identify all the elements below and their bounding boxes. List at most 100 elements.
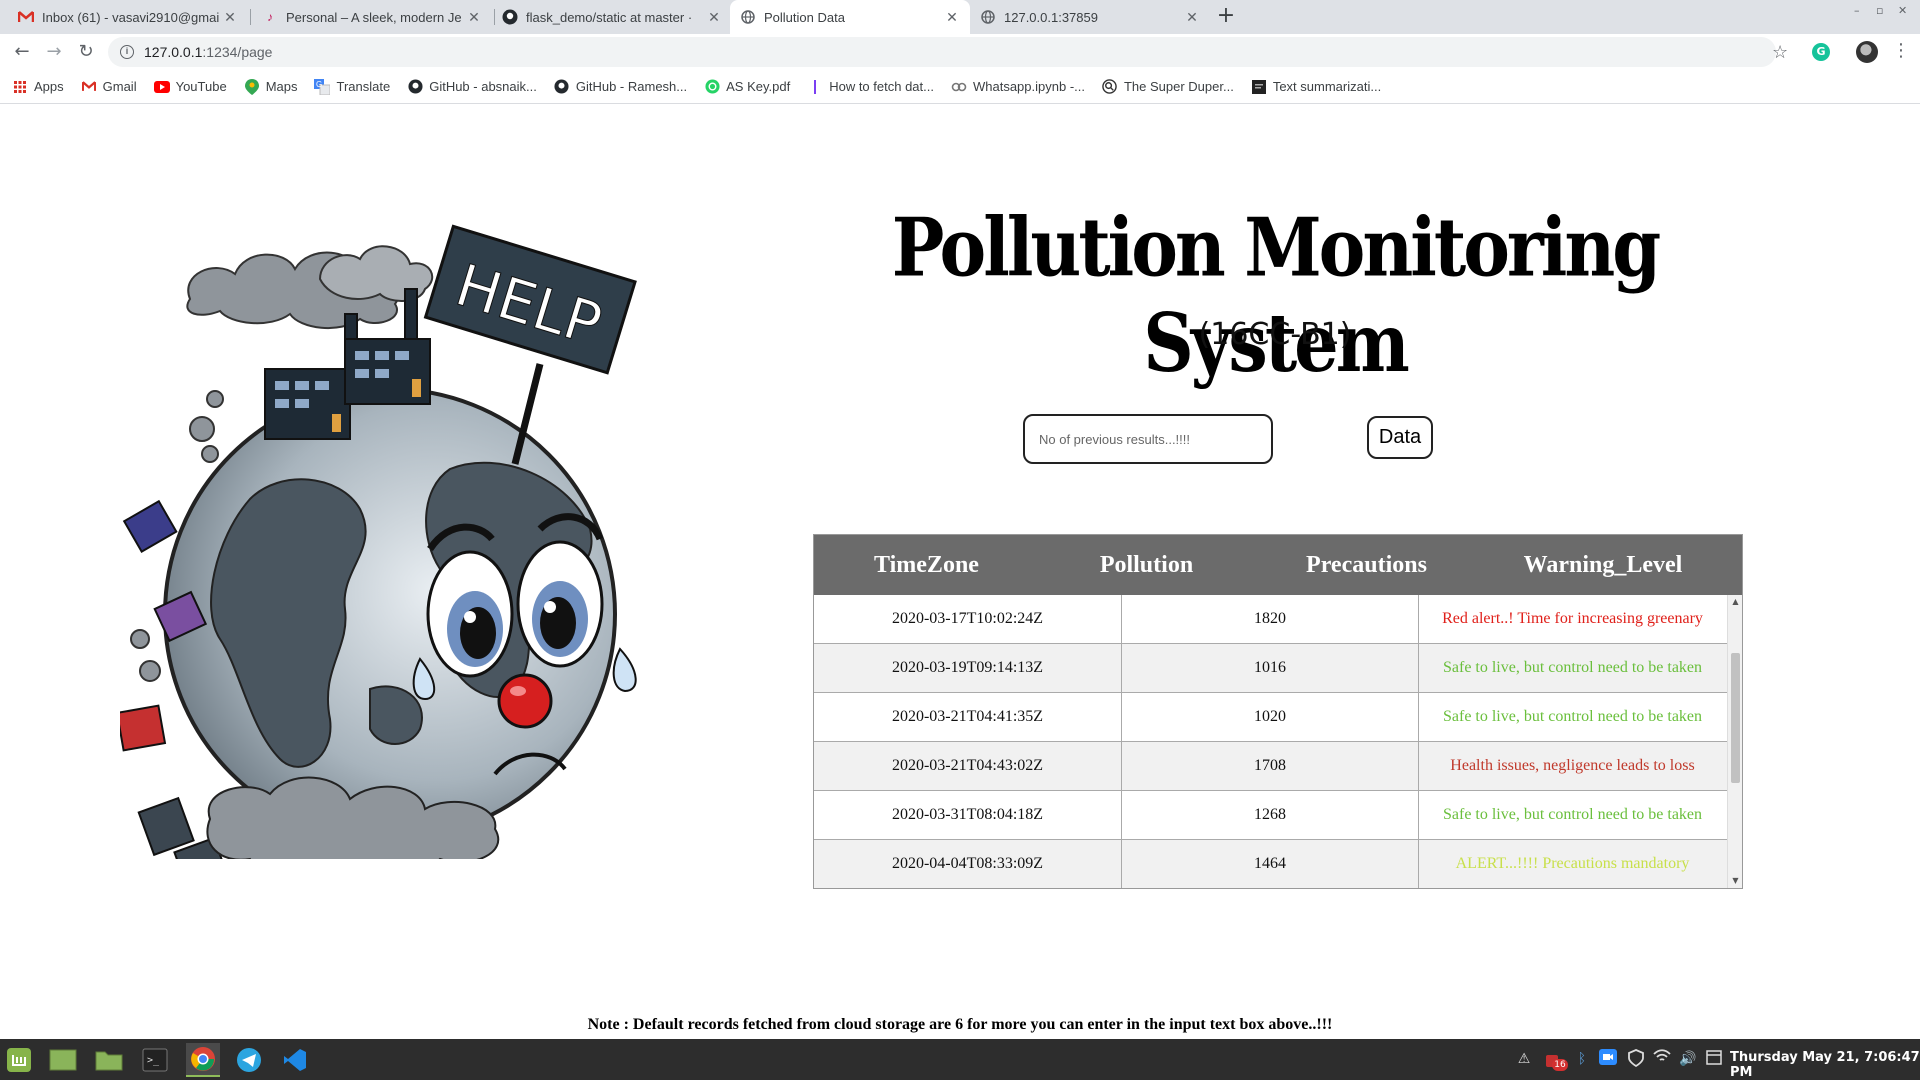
bluetooth-icon[interactable]: ᛒ [1572,1049,1592,1069]
bookmark-label: GitHub - Ramesh... [575,79,688,94]
tab-pollution-data[interactable]: Pollution Data ✕ [730,0,970,34]
close-icon[interactable]: ✕ [1184,9,1200,26]
bookmark-github-absnaik[interactable]: GitHub - absnaik... [407,79,537,95]
files-icon[interactable] [92,1043,126,1077]
restore-icon[interactable]: ▫ [1876,4,1883,17]
cell-warning: ALERT...!!!! Precautions mandatory [1455,855,1690,872]
close-window-icon[interactable]: ✕ [1898,4,1907,17]
pollution-table: TimeZone Pollution Precautions Warning_L… [813,534,1743,889]
back-icon[interactable]: ← [10,40,34,64]
bookmark-label: Translate [336,79,391,94]
bookmark-super-duper[interactable]: The Super Duper... [1102,79,1234,95]
cell-warning: Health issues, negligence leads to loss [1450,757,1695,774]
bookmark-label: YouTube [175,79,227,94]
cell-warning: Safe to live, but control need to be tak… [1442,806,1703,823]
tab-title: flask_demo/static at master · [526,9,693,25]
terminal-icon[interactable]: >_ [138,1043,172,1077]
results-count-input[interactable] [1023,414,1273,464]
cell-pollution: 1708 [1122,742,1419,790]
close-icon[interactable]: ✕ [466,9,482,26]
tab-title: Inbox (61) - vasavi2910@gmai [42,9,220,25]
new-tab-button[interactable]: + [1214,5,1238,29]
table-row: 2020-03-19T09:14:13Z 1016 Safe to live, … [814,644,1727,693]
url-path: :1234/page [202,44,273,60]
wifi-icon[interactable] [1652,1049,1672,1069]
bookmark-star-icon[interactable]: ☆ [1772,42,1788,63]
table-body[interactable]: 2020-03-17T10:02:24Z 1820 Red alert..! T… [814,595,1727,888]
desktop-icon[interactable] [46,1043,80,1077]
mint-menu-icon[interactable] [2,1043,36,1077]
zoom-icon[interactable] [1598,1049,1618,1069]
cell-pollution: 1016 [1122,644,1419,692]
tab-personal[interactable]: ♪ Personal – A sleek, modern Je ✕ [252,0,492,34]
bookmark-maps[interactable]: Maps [244,78,297,95]
bookmark-text-summarization[interactable]: Text summarizati... [1251,79,1381,95]
bookmark-how-to-fetch[interactable]: How to fetch dat... [807,79,934,95]
telegram-icon[interactable] [232,1043,266,1077]
minimize-icon[interactable]: – [1854,4,1860,17]
scroll-down-icon[interactable]: ▼ [1728,874,1743,888]
header-pollution: Pollution [1099,551,1194,578]
bookmark-icon [807,79,823,95]
table-scrollbar[interactable]: ▲ ▼ [1727,595,1742,888]
page-title: Pollution Monitoring System [891,199,1661,391]
page-subtitle: (16CC-B1) [1198,317,1352,352]
bookmark-as-key[interactable]: AS Key.pdf [704,79,790,95]
scrollbar-thumb[interactable] [1731,653,1740,783]
globe-icon [740,9,756,25]
close-icon[interactable]: ✕ [222,9,238,26]
browser-toolbar: ← → ↻ i 127.0.0.1:1234/page ☆ G ⋮ [0,34,1920,70]
forward-icon[interactable]: → [42,40,66,64]
scroll-up-icon[interactable]: ▲ [1728,595,1743,609]
table-row: 2020-03-21T04:43:02Z 1708 Health issues,… [814,742,1727,791]
svg-text:>_: >_ [147,1055,160,1066]
jekyll-icon: ♪ [267,10,273,24]
tab-localhost[interactable]: 127.0.0.1:37859 ✕ [970,0,1210,34]
shield-icon[interactable] [1626,1049,1646,1069]
maps-icon [244,78,260,95]
table-row: 2020-03-21T04:41:35Z 1020 Safe to live, … [814,693,1727,742]
bookmark-label: Apps [34,79,64,94]
calendar-icon[interactable] [1704,1049,1724,1069]
apps-grid-icon [12,79,28,95]
chrome-icon[interactable] [186,1043,220,1077]
tab-github[interactable]: flask_demo/static at master · ✕ [492,0,732,34]
volume-icon[interactable]: 🔊 [1678,1049,1698,1069]
bookmark-label: The Super Duper... [1123,79,1234,94]
update-badge: 16 [1552,1059,1568,1071]
table-row: 2020-03-17T10:02:24Z 1820 Red alert..! T… [814,595,1727,644]
tab-title: Pollution Data [764,9,845,25]
cell-warning: Safe to live, but control need to be tak… [1442,659,1703,676]
bookmark-whatsapp-ipynb[interactable]: Whatsapp.ipynb -... [951,79,1085,95]
address-bar[interactable]: i 127.0.0.1:1234/page [108,37,1776,67]
search-icon [1102,79,1118,95]
table-row: 2020-04-04T08:33:09Z 1464 ALERT...!!!! P… [814,840,1727,888]
bookmark-apps[interactable]: Apps [12,79,64,95]
translate-icon: G [314,78,331,95]
avatar[interactable] [1856,41,1878,63]
svg-text:G: G [316,80,322,89]
tab-gmail[interactable]: Inbox (61) - vasavi2910@gmai ✕ [8,0,248,34]
bookmark-gmail[interactable]: Gmail [81,79,137,95]
tab-strip: Inbox (61) - vasavi2910@gmai ✕ ♪ Persona… [0,0,1920,34]
menu-icon[interactable]: ⋮ [1892,42,1910,60]
gmail-icon [81,79,97,95]
header-precautions: Precautions [1306,551,1427,578]
header-timezone: TimeZone [874,551,979,578]
close-icon[interactable]: ✕ [944,9,960,26]
bookmark-translate[interactable]: G Translate [314,78,391,95]
info-icon[interactable]: i [120,45,134,59]
header-warning-level: Warning_Level [1523,551,1683,578]
vscode-icon[interactable] [278,1043,312,1077]
taskbar: >_ ⚠ 16 ᛒ 🔊 Thursday May 21, 7:06:47 PM [0,1039,1920,1080]
warning-icon[interactable]: ⚠ [1514,1049,1534,1069]
bookmark-youtube[interactable]: YouTube [153,79,227,95]
bookmark-label: GitHub - absnaik... [429,79,537,94]
sad-earth-illustration: HELP [120,224,637,859]
data-button[interactable]: Data [1367,416,1433,459]
close-icon[interactable]: ✕ [706,9,722,26]
taskbar-clock[interactable]: Thursday May 21, 7:06:47 PM [1730,1050,1920,1080]
bookmark-github-ramesh[interactable]: GitHub - Ramesh... [554,79,687,95]
reload-icon[interactable]: ↻ [74,40,98,64]
grammarly-icon[interactable]: G [1812,43,1830,61]
